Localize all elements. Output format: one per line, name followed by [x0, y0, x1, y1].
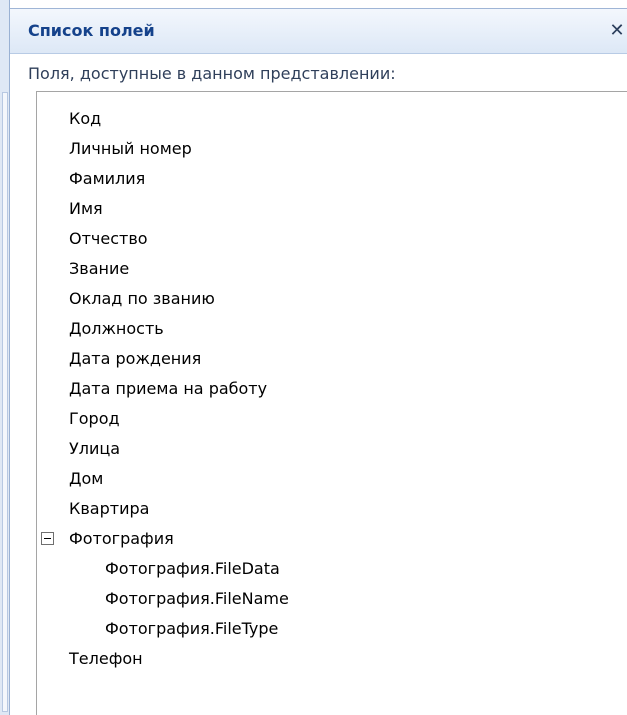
- field-item-label: Город: [69, 409, 120, 428]
- field-group-photo[interactable]: Фотография: [37, 524, 337, 554]
- field-list: Код Личный номер Фамилия Имя Отчество Зв…: [36, 91, 627, 715]
- collapse-toggle-icon[interactable]: [41, 532, 54, 545]
- field-list-pane: Список полей ✕ Поля, доступные в данном …: [0, 0, 627, 715]
- field-item-label: Дом: [69, 469, 104, 488]
- pane-subtitle: Поля, доступные в данном представлении:: [28, 64, 396, 83]
- field-item-label: Отчество: [69, 229, 148, 248]
- left-edge-panel: [2, 92, 8, 712]
- field-item-label: Должность: [69, 319, 164, 338]
- field-subitem-label: Фотография.FileData: [105, 559, 280, 578]
- field-item-label: Фамилия: [69, 169, 146, 188]
- pane-title: Список полей: [28, 21, 155, 40]
- field-item-label: Оклад по званию: [69, 289, 215, 308]
- close-icon[interactable]: ✕: [607, 17, 627, 45]
- left-edge-strip: [0, 0, 10, 715]
- field-item-label: Дата рождения: [69, 349, 202, 368]
- field-item-label: Дата приема на работу: [69, 379, 268, 398]
- field-item-label: Имя: [69, 199, 103, 218]
- field-item-label: Личный номер: [69, 139, 192, 158]
- field-subitem-label: Фотография.FileType: [105, 619, 279, 638]
- field-group-label: Фотография: [69, 529, 174, 548]
- field-subitem-label: Фотография.FileName: [105, 589, 289, 608]
- subtitle-row: Поля, доступные в данном представлении:: [10, 55, 627, 91]
- field-item-label: Квартира: [69, 499, 150, 518]
- title-bar: Список полей ✕: [10, 8, 627, 54]
- field-item-label: Звание: [69, 259, 130, 278]
- field-item-label: Код: [69, 109, 102, 128]
- field-item-label: Улица: [69, 439, 121, 458]
- field-item-label: Телефон: [69, 649, 143, 668]
